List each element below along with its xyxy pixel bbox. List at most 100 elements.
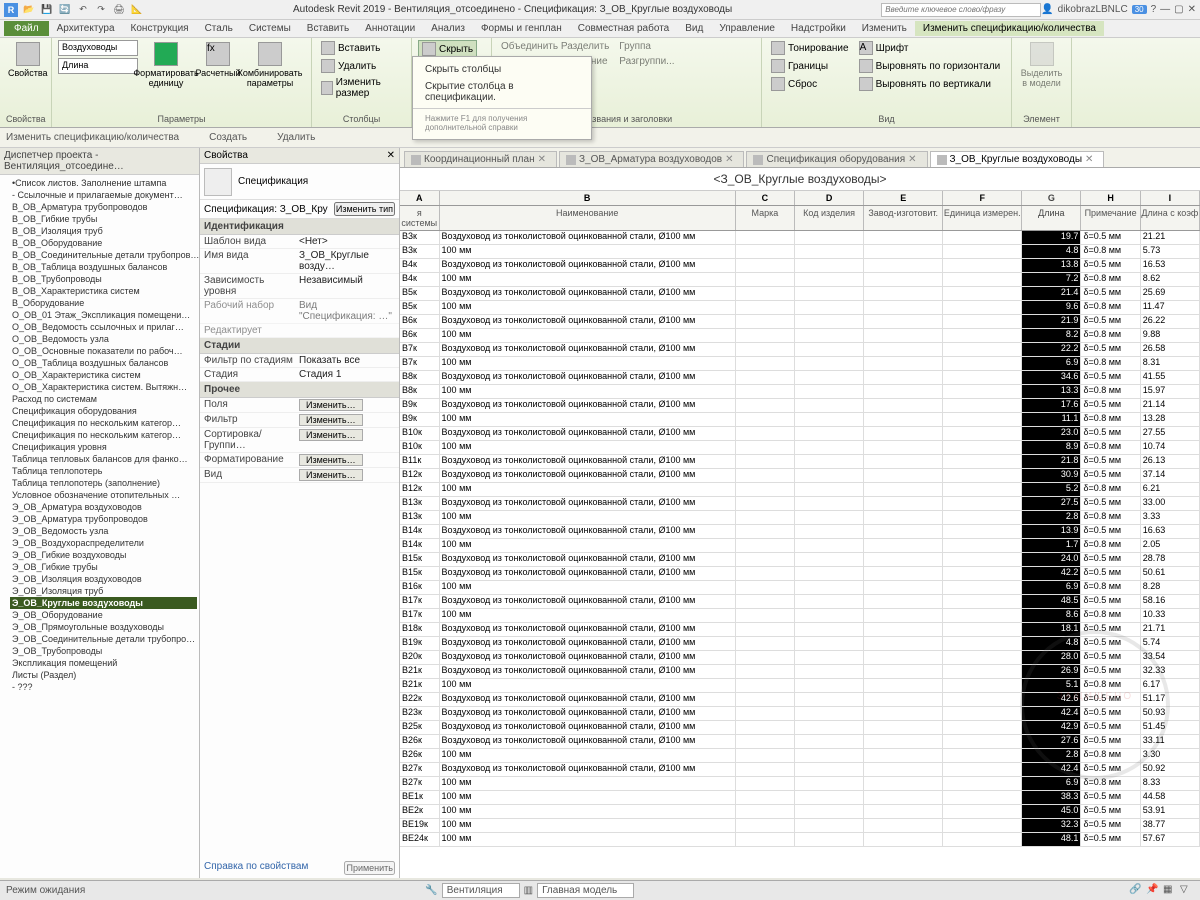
cell[interactable]	[943, 469, 1022, 482]
cell[interactable]: 6.17	[1141, 679, 1200, 692]
cell[interactable]: δ=0.8 мм	[1081, 777, 1140, 790]
cell[interactable]: 5.74	[1141, 637, 1200, 650]
tree-item[interactable]: О_ОВ_Ведомость ссылочных и прилаг…	[10, 321, 197, 333]
print-icon[interactable]: 🖨	[112, 3, 126, 17]
tree-item[interactable]: Э_ОВ_Изоляция воздуховодов	[10, 573, 197, 585]
type-selector[interactable]: Спецификация	[200, 164, 399, 200]
cell[interactable]	[943, 637, 1022, 650]
cell[interactable]: 13.3	[1022, 385, 1081, 398]
col-letter[interactable]: A	[400, 191, 440, 205]
cell[interactable]	[864, 357, 943, 370]
cell[interactable]	[795, 651, 864, 664]
cell[interactable]	[943, 413, 1022, 426]
cell[interactable]	[736, 427, 795, 440]
cell[interactable]: 48.1	[1022, 833, 1081, 846]
tree-item[interactable]: Э_ОВ_Оборудование	[10, 609, 197, 621]
cell[interactable]	[736, 777, 795, 790]
view-tab[interactable]: Спецификация оборудования✕	[746, 151, 927, 167]
cell[interactable]: 13.8	[1022, 259, 1081, 272]
cell[interactable]	[943, 805, 1022, 818]
keyword-search-input[interactable]	[881, 3, 1041, 17]
cell[interactable]: Воздуховод из тонколистовой оцинкованной…	[440, 343, 736, 356]
tree-item[interactable]: Э_ОВ_Воздухораспределители	[10, 537, 197, 549]
cell[interactable]	[943, 553, 1022, 566]
browser-tree[interactable]: •Список листов. Заполнение штампа- Ссыло…	[0, 175, 199, 878]
tab-steel[interactable]: Сталь	[197, 21, 241, 36]
cell[interactable]	[795, 805, 864, 818]
col-letter[interactable]: C	[736, 191, 795, 205]
cell[interactable]	[736, 511, 795, 524]
schedule-row[interactable]: В15кВоздуховод из тонколистовой оцинкова…	[400, 567, 1200, 581]
cell[interactable]	[736, 483, 795, 496]
cell[interactable]	[943, 567, 1022, 580]
cell[interactable]	[864, 399, 943, 412]
options-create[interactable]: Создать	[209, 132, 247, 143]
cell[interactable]	[795, 329, 864, 342]
schedule-row[interactable]: В27кВоздуховод из тонколистовой оцинкова…	[400, 763, 1200, 777]
cell[interactable]	[795, 735, 864, 748]
tab-analyze[interactable]: Анализ	[423, 21, 473, 36]
cell[interactable]	[795, 469, 864, 482]
cell[interactable]: 21.71	[1141, 623, 1200, 636]
tree-item[interactable]: Таблица тепловых балансов для фанко…	[10, 453, 197, 465]
cell[interactable]: δ=0.8 мм	[1081, 301, 1140, 314]
tab-systems[interactable]: Системы	[241, 21, 299, 36]
cell[interactable]: δ=0.8 мм	[1081, 539, 1140, 552]
cell[interactable]: 100 мм	[440, 833, 736, 846]
cell[interactable]: 15.97	[1141, 385, 1200, 398]
cell[interactable]	[795, 777, 864, 790]
tree-item[interactable]: Э_ОВ_Арматура воздуховодов	[10, 501, 197, 513]
cell[interactable]: 100 мм	[440, 791, 736, 804]
cell[interactable]	[736, 595, 795, 608]
schedule-row[interactable]: В22кВоздуховод из тонколистовой оцинкова…	[400, 693, 1200, 707]
cell[interactable]: 19.7	[1022, 231, 1081, 244]
schedule-row[interactable]: В10к100 мм8.9δ=0.8 мм10.74	[400, 441, 1200, 455]
resize-col-button[interactable]: Изменить размер	[318, 76, 405, 100]
cell[interactable]	[736, 539, 795, 552]
col-letter[interactable]: F	[943, 191, 1022, 205]
prop-viewtemplate-v[interactable]: <Нет>	[299, 236, 395, 247]
cell[interactable]	[943, 525, 1022, 538]
cell[interactable]	[736, 413, 795, 426]
cell[interactable]	[795, 343, 864, 356]
tree-item[interactable]: В_ОВ_Гибкие трубы	[10, 213, 197, 225]
schedule-row[interactable]: В23кВоздуховод из тонколистовой оцинкова…	[400, 707, 1200, 721]
schedule-row[interactable]: ВЕ19к100 мм32.3δ=0.5 мм38.77	[400, 819, 1200, 833]
cell[interactable]: В10к	[400, 427, 440, 440]
cell[interactable]	[864, 749, 943, 762]
tab-massing[interactable]: Формы и генплан	[473, 21, 570, 36]
cell[interactable]: 32.3	[1022, 819, 1081, 832]
cell[interactable]: Воздуховод из тонколистовой оцинкованной…	[440, 287, 736, 300]
cell[interactable]	[795, 595, 864, 608]
cell[interactable]: δ=0.5 мм	[1081, 833, 1140, 846]
cell[interactable]: Воздуховод из тонколистовой оцинкованной…	[440, 665, 736, 678]
measure-icon[interactable]: 📐	[130, 3, 144, 17]
cell[interactable]: 25.69	[1141, 287, 1200, 300]
col-letter[interactable]: D	[795, 191, 864, 205]
tree-item[interactable]: О_ОВ_Таблица воздушных балансов	[10, 357, 197, 369]
tab-close-icon[interactable]: ✕	[725, 154, 733, 165]
cell[interactable]	[795, 245, 864, 258]
cell[interactable]: 2.8	[1022, 511, 1081, 524]
cell[interactable]: δ=0.5 мм	[1081, 315, 1140, 328]
cell[interactable]: 100 мм	[440, 805, 736, 818]
category-combo[interactable]: Воздуховоды	[58, 40, 138, 56]
select-face-icon[interactable]: ▦	[1163, 884, 1177, 898]
cell[interactable]: Воздуховод из тонколистовой оцинкованной…	[440, 595, 736, 608]
cell[interactable]: Воздуховод из тонколистовой оцинкованной…	[440, 623, 736, 636]
tree-item[interactable]: О_ОВ_Характеристика систем. Вытяжн…	[10, 381, 197, 393]
tree-item[interactable]: Э_ОВ_Круглые воздуховоды	[10, 597, 197, 609]
tree-item[interactable]: Э_ОВ_Трубопроводы	[10, 645, 197, 657]
cell[interactable]	[736, 497, 795, 510]
cell[interactable]: δ=0.8 мм	[1081, 273, 1140, 286]
cell[interactable]: 21.14	[1141, 399, 1200, 412]
cell[interactable]: В5к	[400, 301, 440, 314]
cell[interactable]	[736, 623, 795, 636]
tree-item[interactable]: В_ОВ_Характеристика систем	[10, 285, 197, 297]
shading-button[interactable]: Тонирование	[768, 40, 852, 56]
open-icon[interactable]: 📂	[22, 3, 36, 17]
tree-item[interactable]: О_ОВ_Основные показатели по рабоч…	[10, 345, 197, 357]
tab-modify-schedule[interactable]: Изменить спецификацию/количества	[915, 21, 1104, 36]
cell[interactable]: В27к	[400, 763, 440, 776]
schedule-row[interactable]: В19кВоздуховод из тонколистовой оцинкова…	[400, 637, 1200, 651]
